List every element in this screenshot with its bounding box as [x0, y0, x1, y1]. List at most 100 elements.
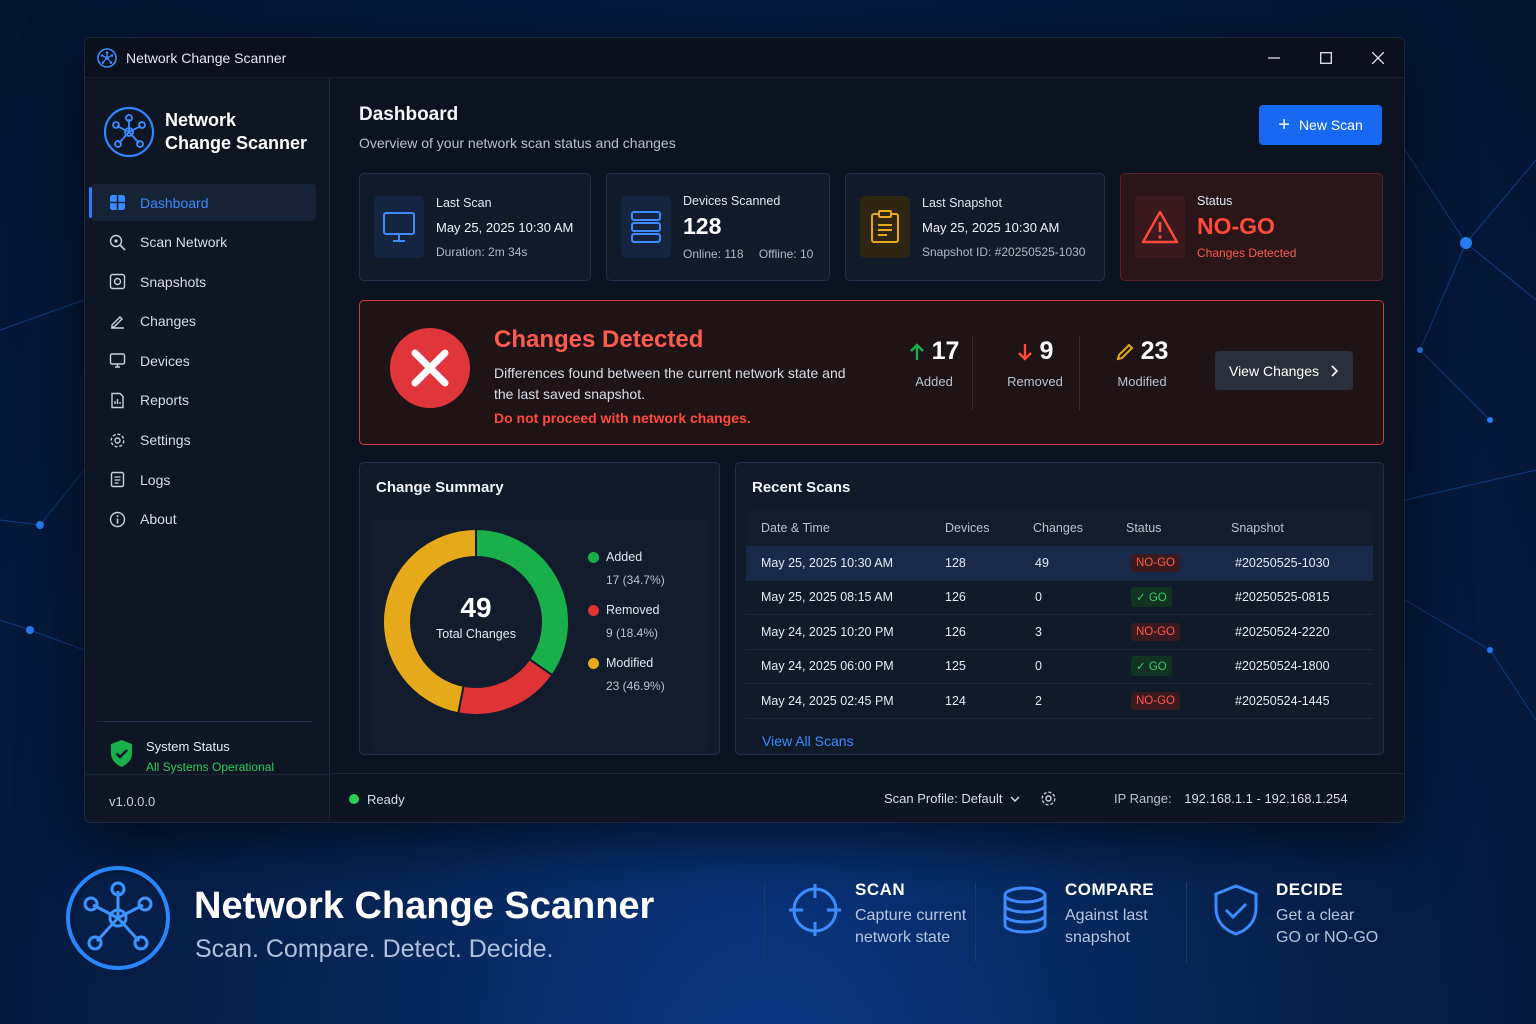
- sidebar-item-snapshots[interactable]: Snapshots: [91, 263, 316, 300]
- feature-desc: Get a clear: [1276, 907, 1355, 924]
- legend-value: 17 (34.7%): [606, 573, 665, 587]
- app-window: Network Change Scanner Network Change Sc…: [84, 37, 1405, 823]
- new-scan-button[interactable]: + New Scan: [1259, 105, 1382, 145]
- cell-date: May 25, 2025 10:30 AM: [761, 555, 894, 570]
- sidebar-item-label: Reports: [140, 392, 190, 409]
- legend-label: Modified: [606, 656, 654, 670]
- legend-value: 23 (46.9%): [606, 679, 665, 693]
- change-summary-panel: Change Summary 49 Total Changes Added 17…: [359, 462, 720, 755]
- table-row[interactable]: May 25, 2025 08:15 AM 126 0 ✓ GO #202505…: [746, 581, 1373, 615]
- view-changes-button[interactable]: View Changes: [1215, 351, 1353, 390]
- last-snapshot-value: May 25, 2025 10:30 AM: [922, 219, 1060, 235]
- changes-detected-banner: Changes Detected Differences found betwe…: [359, 300, 1384, 445]
- modified-label: Modified: [1117, 374, 1167, 389]
- brand-logo-icon: [66, 866, 170, 970]
- brand-logo-icon: [103, 106, 155, 158]
- page-subtitle: Overview of your network scan status and…: [359, 135, 676, 151]
- donut-slice-removed: [457, 657, 554, 716]
- edit-icon: [111, 315, 124, 329]
- column-header[interactable]: Changes: [1026, 521, 1116, 535]
- status-badge: NO-GO: [1131, 691, 1180, 710]
- table-row[interactable]: May 25, 2025 10:30 AM 128 49 NO-GO #2025…: [746, 546, 1373, 581]
- system-status: System Status All Systems Operational: [97, 721, 313, 774]
- sidebar-item-scan-network[interactable]: Scan Network: [91, 224, 316, 261]
- shield-check-icon: [111, 740, 132, 767]
- ip-range-label: IP Range:: [1114, 791, 1172, 806]
- sidebar-item-label: About: [140, 511, 177, 528]
- log-icon: [110, 471, 125, 488]
- status-badge: NO-GO: [1131, 622, 1180, 641]
- system-status-title: System Status: [146, 739, 230, 754]
- minimize-button[interactable]: [1248, 38, 1300, 77]
- status-bar: Ready Scan Profile: Default IP Range: 19…: [331, 773, 1404, 822]
- status-badge: ✓ GO: [1131, 587, 1172, 608]
- scan-profile-value: Scan Profile: Default: [884, 791, 1003, 806]
- total-changes-value: 49: [460, 592, 492, 623]
- legend-item-added: Added 17 (34.7%): [588, 550, 665, 587]
- feature-title: DECIDE: [1276, 880, 1344, 899]
- sidebar-item-label: Dashboard: [140, 194, 209, 211]
- page-title: Dashboard: [359, 104, 459, 125]
- pencil-icon: [1116, 343, 1134, 360]
- table-row[interactable]: May 24, 2025 10:20 PM 126 3 NO-GO #20250…: [746, 615, 1373, 650]
- status-sub: Changes Detected: [1197, 246, 1297, 260]
- removed-label: Removed: [1007, 374, 1063, 389]
- recent-scans-table: Date & Time Devices Changes Status Snaps…: [746, 509, 1373, 719]
- column-header[interactable]: Date & Time: [746, 521, 930, 535]
- feature-decide: DECIDE Get a clear GO or NO-GO: [1208, 880, 1378, 949]
- sidebar-item-changes[interactable]: Changes: [91, 303, 316, 340]
- plus-icon: +: [1278, 114, 1290, 136]
- cell-devices: 126: [945, 624, 966, 639]
- sidebar: Network Change Scanner Dashboard Scan Ne…: [85, 78, 330, 822]
- table-row[interactable]: May 24, 2025 06:00 PM 125 0 ✓ GO #202505…: [746, 650, 1373, 684]
- check-icon: ✓: [1136, 592, 1149, 605]
- camera-icon: [109, 273, 126, 290]
- crosshair-icon: [789, 884, 841, 936]
- sidebar-item-reports[interactable]: Reports: [91, 382, 316, 419]
- search-icon: [109, 234, 126, 251]
- warning-icon: [1141, 210, 1179, 244]
- dashboard-icon: [110, 195, 125, 210]
- sidebar-item-about[interactable]: About: [91, 501, 316, 538]
- status-card: Status NO-GO Changes Detected: [1120, 173, 1383, 281]
- last-scan-label: Last Scan: [436, 195, 492, 210]
- change-summary-title: Change Summary: [376, 479, 504, 496]
- sidebar-nav: Dashboard Scan Network Snapshots Changes…: [85, 184, 329, 538]
- main-content: Dashboard Overview of your network scan …: [331, 78, 1404, 822]
- window-title: Network Change Scanner: [126, 49, 287, 66]
- sidebar-item-dashboard[interactable]: Dashboard: [89, 184, 316, 221]
- cell-date: May 24, 2025 02:45 PM: [761, 693, 894, 708]
- modified-count: 23: [1140, 337, 1169, 365]
- column-header[interactable]: Devices: [930, 521, 1026, 535]
- removed-stat: 9 Removed: [985, 337, 1085, 389]
- modified-stat: 23 Modified: [1092, 337, 1192, 389]
- column-header[interactable]: Status: [1116, 521, 1219, 535]
- cell-snapshot: #20250525-1030: [1235, 555, 1330, 570]
- sidebar-item-devices[interactable]: Devices: [91, 342, 316, 379]
- sidebar-item-label: Settings: [140, 432, 191, 449]
- database-icon: [1003, 886, 1047, 934]
- last-scan-card: Last Scan May 25, 2025 10:30 AM Duration…: [359, 173, 591, 281]
- close-button[interactable]: [1352, 38, 1404, 77]
- column-header[interactable]: Snapshot: [1219, 521, 1369, 535]
- cell-devices: 128: [945, 555, 966, 570]
- feature-desc: network state: [855, 929, 951, 946]
- app-logo-icon: [97, 47, 117, 68]
- status-state: Ready: [367, 791, 405, 807]
- sidebar-item-label: Scan Network: [140, 234, 228, 251]
- feature-desc: GO or NO-GO: [1276, 929, 1379, 946]
- table-header: Date & Time Devices Changes Status Snaps…: [746, 509, 1373, 546]
- view-all-scans-link[interactable]: View All Scans: [762, 733, 854, 749]
- sidebar-item-settings[interactable]: Settings: [91, 422, 316, 459]
- gear-icon[interactable]: [1040, 790, 1057, 807]
- table-row[interactable]: May 24, 2025 02:45 PM 124 2 NO-GO #20250…: [746, 684, 1373, 719]
- maximize-button[interactable]: [1300, 38, 1352, 77]
- scan-profile-dropdown[interactable]: Scan Profile: Default: [884, 791, 1020, 806]
- devices-online: Online: 118: [683, 246, 744, 261]
- gear-icon: [110, 433, 125, 448]
- sidebar-item-logs[interactable]: Logs: [91, 461, 316, 498]
- status-value: NO-GO: [1197, 213, 1275, 239]
- cell-devices: 125: [945, 659, 966, 674]
- feature-desc: snapshot: [1065, 929, 1130, 946]
- report-icon: [111, 392, 124, 409]
